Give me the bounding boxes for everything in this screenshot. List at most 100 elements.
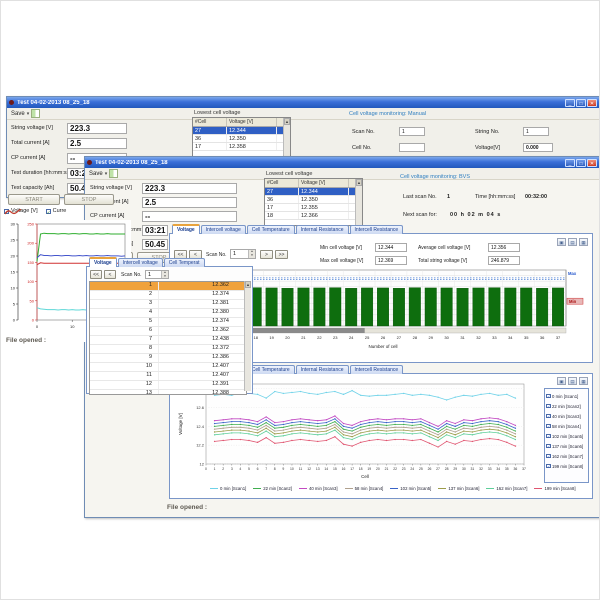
save-button[interactable]: Save xyxy=(11,111,25,117)
save-dropdown-icon[interactable]: ▾ xyxy=(105,171,108,177)
legend-entry[interactable]: ✓102 min [Scan5] xyxy=(546,431,587,441)
tab-cell-temperature[interactable]: Cell Temperature xyxy=(247,365,295,374)
legend-entry[interactable]: ✓40 min [Scan3] xyxy=(546,411,587,421)
scan-prev-button[interactable]: < xyxy=(104,270,116,279)
checkbox-icon[interactable]: ✓ xyxy=(546,424,551,429)
tab-intercell-voltage[interactable]: Intercell voltage xyxy=(118,258,163,267)
save-icon[interactable]: ▤ xyxy=(568,377,577,385)
table-row[interactable]: 1212.391 xyxy=(90,381,246,390)
table-row[interactable]: 3612.350 xyxy=(193,135,290,143)
table-row[interactable]: 1712.355 xyxy=(265,204,362,212)
minimize-button[interactable]: _ xyxy=(565,159,575,167)
scan-next-button[interactable]: > xyxy=(260,250,273,259)
svg-text:14: 14 xyxy=(324,467,328,471)
save-icon[interactable]: ▤ xyxy=(568,238,577,246)
table-row[interactable]: 412.380 xyxy=(90,309,246,318)
table-row[interactable]: 1112.407 xyxy=(90,372,246,381)
table-row[interactable]: 1712.358 xyxy=(193,143,290,151)
save-dropdown-icon[interactable]: ▾ xyxy=(27,111,30,117)
export-icon[interactable] xyxy=(31,109,40,118)
tab-voltage[interactable]: Voltage xyxy=(89,257,117,267)
maximize-button[interactable]: □ xyxy=(576,159,586,167)
legend-entry[interactable]: ✓0 min [Scan1] xyxy=(546,391,587,401)
tab-internal-resistance[interactable]: Internal Resistance xyxy=(296,365,349,374)
bar-cell-35 xyxy=(520,288,532,326)
svg-text:32: 32 xyxy=(476,335,481,340)
copy-icon[interactable]: ▣ xyxy=(557,377,566,385)
tab-voltage[interactable]: Voltage xyxy=(172,224,200,234)
checkbox-icon[interactable]: ✓ xyxy=(546,434,551,439)
scan-no-stepper[interactable]: 1 ▲▼ xyxy=(145,270,169,279)
legend-entry[interactable]: ✓58 min [Scan4] xyxy=(546,421,587,431)
legend-entry[interactable]: ✓162 min [Scan7] xyxy=(546,451,587,461)
copy-icon[interactable]: ▣ xyxy=(557,238,566,246)
table-row[interactable]: 812.372 xyxy=(90,345,246,354)
export-icon[interactable] xyxy=(109,169,118,178)
table-scrollbar[interactable]: ▲ xyxy=(283,118,290,156)
legend-entry[interactable]: ✓199 min [Scan8] xyxy=(546,461,587,471)
tab-cell-temperat[interactable]: Cell Temperat xyxy=(164,258,205,267)
lowest-cell-table[interactable]: #CellVoltage [V]2712.3443612.3501712.355… xyxy=(264,178,363,226)
scroll-up-icon[interactable]: ▲ xyxy=(284,118,290,125)
scroll-up-icon[interactable]: ▲ xyxy=(245,281,251,288)
legend-entry[interactable]: ✓137 min [Scan6] xyxy=(546,441,587,451)
scroll-up-icon[interactable]: ▲ xyxy=(356,179,362,186)
checkbox-icon[interactable]: ✓ xyxy=(546,404,551,409)
print-icon[interactable]: ▦ xyxy=(579,238,588,246)
string-no-field[interactable]: 1 xyxy=(523,127,549,136)
table-row[interactable]: 912.386 xyxy=(90,354,246,363)
tabstrip: VoltageIntercell voltageCell Temperature… xyxy=(170,225,592,234)
checkbox-icon[interactable]: ✓ xyxy=(46,209,51,214)
start-button[interactable]: START xyxy=(8,194,60,205)
scan-values-table[interactable]: 112.362212.374312.381412.380512.374612.3… xyxy=(89,281,247,395)
scan-first-button[interactable]: << xyxy=(90,270,102,279)
print-icon[interactable]: ▦ xyxy=(579,377,588,385)
table-row[interactable]: 712.438 xyxy=(90,336,246,345)
scan-no-field[interactable]: 1 xyxy=(399,127,425,136)
checkbox-icon[interactable]: ✓ xyxy=(546,394,551,399)
svg-text:30: 30 xyxy=(444,335,449,340)
tab-intercell-resistance[interactable]: Intercell Resistance xyxy=(350,225,404,234)
table-row[interactable]: 512.374 xyxy=(90,318,246,327)
stepper-arrows-icon[interactable]: ▲▼ xyxy=(161,271,168,278)
legend-entry: 137 min [Scan6] xyxy=(438,486,479,491)
table-row[interactable]: 1812.366 xyxy=(265,212,362,220)
tab-intercell-resistance[interactable]: Intercell Resistance xyxy=(350,365,404,374)
table-scrollbar[interactable]: ▲ xyxy=(244,281,251,391)
legend-entry[interactable]: ✓22 min [Scan2] xyxy=(546,401,587,411)
monitoring-title-mid: Cell voltage monitoring: BVS xyxy=(400,174,470,180)
minimize-button[interactable]: _ xyxy=(565,99,575,107)
checkbox-icon[interactable]: ✓ xyxy=(546,464,551,469)
table-scrollbar[interactable]: ▲ xyxy=(355,179,362,225)
close-button[interactable]: ✕ xyxy=(587,159,597,167)
table-row[interactable]: 1312.388 xyxy=(90,390,246,395)
checkbox-icon[interactable]: ✓ xyxy=(546,444,551,449)
titlebar[interactable]: Test 04-02-2013 08_25_18 _ □ ✕ xyxy=(85,157,599,168)
tab-intercell-voltage[interactable]: Intercell voltage xyxy=(201,225,246,234)
stop-button[interactable]: STOP xyxy=(64,194,114,205)
table-row[interactable]: 1012.407 xyxy=(90,363,246,372)
svg-text:25: 25 xyxy=(11,238,16,243)
stepper-arrows-icon[interactable]: ▲▼ xyxy=(248,250,255,258)
checkbox-icon[interactable]: ✓ xyxy=(546,414,551,419)
table-row[interactable]: 2712.344 xyxy=(193,127,290,135)
save-button[interactable]: Save xyxy=(89,171,103,177)
lowest-cell-table[interactable]: #CellVoltage [V]2712.3443612.3501712.358… xyxy=(192,117,291,157)
close-button[interactable]: ✕ xyxy=(587,99,597,107)
maximize-button[interactable]: □ xyxy=(576,99,586,107)
svg-text:15: 15 xyxy=(333,467,337,471)
voltage-field[interactable]: 0.000 xyxy=(523,143,553,152)
tab-internal-resistance[interactable]: Internal Resistance xyxy=(296,225,349,234)
table-row[interactable]: 3612.350 xyxy=(265,196,362,204)
cell-no-field[interactable] xyxy=(399,143,425,152)
checkbox-icon[interactable]: ✓ xyxy=(546,454,551,459)
tab-cell-temperature[interactable]: Cell Temperature xyxy=(247,225,295,234)
table-row[interactable]: 2712.344 xyxy=(265,188,362,196)
table-row[interactable]: 612.362 xyxy=(90,327,246,336)
table-row[interactable]: 212.374 xyxy=(90,291,246,300)
bar-cell-22 xyxy=(314,288,326,326)
table-row[interactable]: 112.362 xyxy=(90,282,246,291)
titlebar[interactable]: Test 04-02-2013 08_25_18 _ □ ✕ xyxy=(7,97,599,108)
table-row[interactable]: 312.381 xyxy=(90,300,246,309)
scan-last-button[interactable]: >> xyxy=(275,250,288,259)
